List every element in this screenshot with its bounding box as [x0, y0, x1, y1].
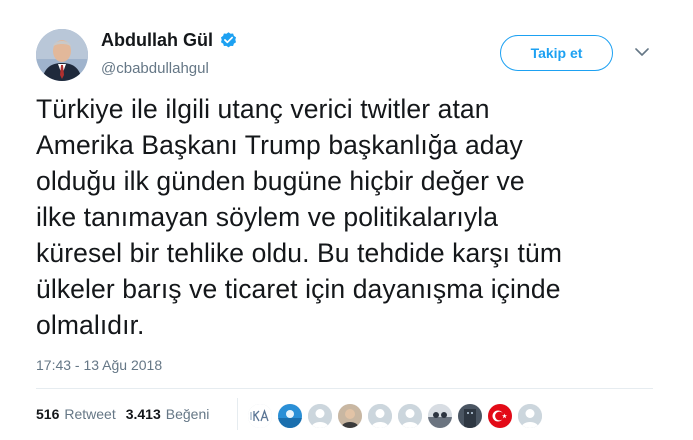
- display-name-text[interactable]: Abdullah Gül: [101, 30, 213, 51]
- tweet-line: ilke tanımayan söylem ve politikalarıyla: [36, 202, 499, 232]
- tweet-line: Türkiye ile ilgili utanç verici twitler …: [36, 94, 490, 124]
- retweet-count: 516: [36, 406, 60, 422]
- chevron-down-icon[interactable]: [632, 44, 652, 60]
- user-handle[interactable]: @cbabdullahgul: [101, 60, 209, 77]
- verified-badge-icon: [219, 31, 238, 50]
- pool-photo-avatar[interactable]: [278, 404, 302, 428]
- tweet-line: Amerika Başkanı Trump başkanlığa aday: [36, 130, 523, 160]
- tweet-line: olduğu ilk günden bugüne hiçbir değer ve: [36, 166, 525, 196]
- like-count-link[interactable]: 3.413 Beğeni: [126, 406, 210, 422]
- tweet-line: küresel bir tehlike oldu. Bu tehdide kar…: [36, 238, 563, 268]
- building-photo-avatar[interactable]: [458, 404, 482, 428]
- stats-separator: [237, 398, 238, 430]
- default-avatar[interactable]: [398, 404, 422, 428]
- person-photo-avatar[interactable]: [338, 404, 362, 428]
- tweet-stats: 516 Retweet 3.413 Beğeni: [36, 406, 209, 422]
- like-count: 3.413: [125, 406, 161, 422]
- tweet-text: Türkiye ile ilgili utanç verici twitler …: [36, 91, 666, 343]
- tweet-line: ülkeler barış ve ticaret için dayanışma …: [36, 274, 561, 304]
- retweet-count-link[interactable]: 516 Retweet: [36, 406, 116, 422]
- default-avatar[interactable]: [308, 404, 332, 428]
- tweet-timestamp[interactable]: 17:43 - 13 Ağu 2018: [36, 357, 162, 373]
- divider: [36, 388, 653, 389]
- default-avatar[interactable]: [368, 404, 392, 428]
- follow-button[interactable]: Takip et: [500, 35, 613, 71]
- retweet-label: Retweet: [64, 406, 116, 422]
- display-name[interactable]: Abdullah Gül: [101, 30, 238, 51]
- default-avatar[interactable]: [518, 404, 542, 428]
- group-photo-avatar[interactable]: [428, 404, 452, 428]
- likers-avatars: [248, 404, 548, 428]
- turkish-flag-avatar[interactable]: [488, 404, 512, 428]
- tweet-line: olmalıdır.: [36, 310, 145, 340]
- ka-logo-avatar[interactable]: [248, 404, 272, 428]
- profile-avatar[interactable]: [36, 29, 88, 81]
- like-label: Beğeni: [165, 406, 210, 422]
